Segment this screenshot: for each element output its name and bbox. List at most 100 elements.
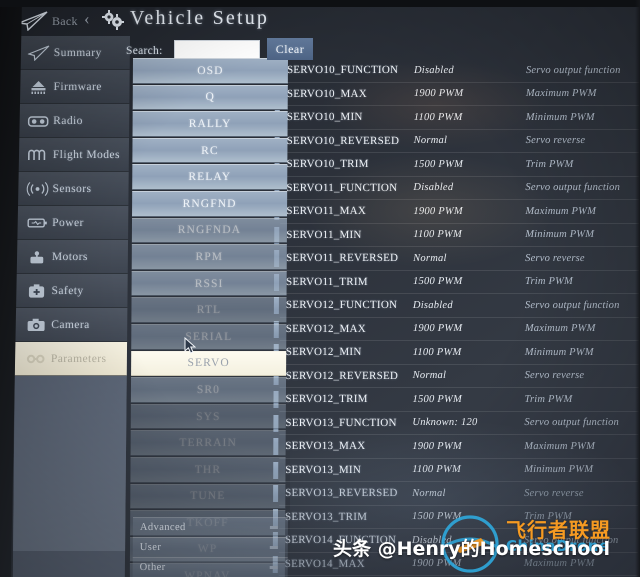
sidebar-item-summary[interactable]: Summary: [17, 36, 130, 70]
parameter-row[interactable]: SERVO12_MAX 1900 PWM Maximum PWM: [273, 317, 639, 341]
sidebar-item-label: Sensors: [52, 182, 92, 195]
parameter-name: SERVO10_MIN: [286, 111, 363, 124]
parameter-name: SERVO13_MIN: [285, 463, 362, 476]
group-list-item-label: SERVO: [187, 357, 230, 370]
parameter-value: Normal: [412, 370, 447, 382]
parameter-row[interactable]: SERVO11_TRIM 1500 PWM Trim PWM: [273, 270, 640, 294]
parameter-row[interactable]: SERVO12_TRIM 1500 PWM Trim PWM: [273, 388, 639, 412]
parameter-filter-dropdowns: Advanced User Other: [132, 517, 288, 577]
sidebar-item-label: Power: [52, 216, 84, 229]
sidebar-item-radio[interactable]: Radio: [17, 104, 130, 138]
sidebar-item-camera[interactable]: Camera: [15, 308, 128, 342]
group-list-item[interactable]: SERVO: [131, 350, 287, 377]
sidebar-item-parameters[interactable]: Parameters: [14, 342, 128, 376]
group-list-item[interactable]: SYS: [130, 403, 286, 430]
parameter-row[interactable]: SERVO10_REVERSED Normal Servo reverse: [274, 129, 640, 153]
sidebar-item-flight-modes[interactable]: Flight Modes: [16, 138, 130, 172]
parameter-value: 1500 PWM: [413, 158, 464, 170]
parameter-row[interactable]: SERVO13_MIN 1100 PWM Minimum PWM: [273, 458, 639, 482]
sidebar-item-sensors[interactable]: Sensors: [16, 172, 129, 206]
sidebar-item-label: Radio: [53, 114, 83, 127]
parameter-value: Disabled: [411, 534, 452, 546]
sidebar-item-firmware[interactable]: Firmware: [17, 70, 130, 104]
parameter-row[interactable]: SERVO12_REVERSED Normal Servo reverse: [273, 364, 639, 388]
group-list-item-label: SR0: [196, 383, 221, 396]
screen-root: Back ‹ Vehicle Setup Summary Firmware Radi…: [0, 0, 640, 577]
app-header: Back ‹ Vehicle Setup: [0, 6, 640, 36]
sidebar-item-label: Flight Modes: [52, 148, 120, 161]
paper-plane-icon: [24, 43, 54, 63]
group-list-item[interactable]: Q: [132, 84, 288, 111]
gears-icon: [101, 9, 125, 31]
sidebar-item-safety[interactable]: Safety: [15, 274, 128, 308]
parameter-row[interactable]: SERVO13_FUNCTION Unknown: 120 Servo output…: [273, 411, 639, 435]
parameter-row[interactable]: SERVO12_FUNCTION Disabled Servo output fun…: [273, 294, 639, 318]
sidebar-item-label: Firmware: [53, 80, 102, 93]
parameter-row[interactable]: SERVO13_TRIM 1500 PWM Trim PWM: [272, 505, 639, 529]
parameter-row[interactable]: SERVO11_REVERSED Normal Servo reverse: [274, 247, 640, 271]
parameter-name: SERVO10_REVERSED: [286, 134, 400, 147]
filter-dropdown-other[interactable]: Other: [132, 557, 288, 577]
sidebar-item-motors[interactable]: Motors: [15, 240, 129, 274]
parameter-table[interactable]: SERVO10_FUNCTION Disabled Servo output fun…: [272, 59, 640, 577]
parameter-row[interactable]: SERVO13_MAX 1900 PWM Maximum PWM: [273, 435, 639, 459]
group-list-item-label: Q: [205, 91, 215, 104]
parameter-value: 1100 PWM: [412, 464, 461, 476]
parameter-description: Maximum PWM: [525, 205, 597, 217]
parameter-value: 1900 PWM: [413, 88, 464, 100]
parameter-value: Normal: [413, 135, 448, 147]
parameter-name: SERVO13_MAX: [285, 440, 366, 453]
group-list-item[interactable]: RSSI: [131, 270, 287, 297]
group-list-item[interactable]: RELAY: [132, 164, 288, 190]
group-list-item[interactable]: RC: [132, 137, 288, 164]
group-list-item[interactable]: THR: [130, 456, 286, 483]
parameter-row[interactable]: SERVO10_MAX 1900 PWM Maximum PWM: [274, 82, 640, 106]
group-list-item[interactable]: SR0: [130, 377, 287, 403]
parameter-description: Servo output function: [524, 417, 620, 429]
group-list-item[interactable]: RALLY: [132, 111, 288, 137]
chevron-left-icon[interactable]: ‹: [84, 9, 90, 29]
group-list-item-label: RC: [201, 144, 219, 157]
group-list-item[interactable]: RTL: [131, 297, 287, 323]
sidebar: Summary Firmware Radio Flight Modes Sensors P…: [12, 36, 131, 577]
parameter-row[interactable]: SERVO12_MIN 1100 PWM Minimum PWM: [273, 341, 639, 365]
clear-button[interactable]: Clear: [267, 38, 313, 60]
group-list-item-label: RTL: [196, 304, 222, 317]
parameter-group-list[interactable]: OSD Q RALLY RC RELAY RNGFND RNGFNDA RPM RSSI RTL S…: [129, 58, 288, 577]
parameter-description: Servo output function: [523, 534, 619, 546]
parameter-value: Unknown: 120: [412, 417, 478, 429]
group-list-item[interactable]: RNGFND: [132, 190, 288, 217]
search-input[interactable]: [174, 40, 260, 59]
filter-dropdown-advanced[interactable]: Advanced: [132, 517, 288, 537]
parameter-row[interactable]: SERVO10_FUNCTION Disabled Servo output fun…: [274, 59, 640, 83]
parameter-description: Servo output function: [525, 64, 621, 76]
group-list-item[interactable]: RPM: [131, 244, 287, 270]
group-list-item[interactable]: SERIAL: [131, 323, 287, 350]
group-list-item[interactable]: TUNE: [130, 483, 286, 510]
parameter-value: 1100 PWM: [413, 229, 463, 241]
group-list-item[interactable]: RNGFNDA: [131, 217, 288, 244]
parameter-row[interactable]: SERVO11_MIN 1100 PWM Minimum PWM: [274, 223, 640, 247]
parameter-value: 1500 PWM: [412, 393, 463, 405]
group-list-item[interactable]: TERRAIN: [130, 430, 286, 456]
parameter-row[interactable]: SERVO14_FUNCTION Disabled Servo output fun…: [272, 529, 638, 553]
firmware-chip-icon: [23, 77, 53, 97]
parameter-row[interactable]: SERVO10_TRIM 1500 PWM Trim PWM: [274, 153, 640, 177]
back-button[interactable]: Back: [52, 14, 78, 29]
group-list-item-label: THR: [194, 463, 222, 476]
sidebar-item-power[interactable]: Power: [16, 206, 129, 240]
filter-dropdown-user[interactable]: User: [132, 537, 288, 557]
parameter-description: Trim PWM: [525, 158, 574, 170]
parameter-row[interactable]: SERVO13_REVERSED Normal Servo reverse: [273, 482, 639, 506]
chevron-down-icon: [269, 526, 278, 529]
sensors-icon: [22, 179, 52, 199]
parameter-value: 1500 PWM: [411, 511, 462, 523]
parameter-row[interactable]: SERVO11_FUNCTION Disabled Servo output fun…: [274, 176, 640, 200]
sidebar-item-label: Motors: [51, 250, 88, 263]
parameter-row[interactable]: SERVO11_MAX 1900 PWM Maximum PWM: [274, 200, 640, 224]
parameter-row[interactable]: SERVO10_MIN 1100 PWM Minimum PWM: [274, 106, 640, 130]
parameter-row[interactable]: SERVO14_MAX 1900 PWM Maximum PWM: [272, 552, 638, 576]
parameter-name: SERVO14_FUNCTION: [284, 534, 397, 547]
sidebar-item-label: Safety: [51, 284, 84, 297]
photo-bezel-right: [635, 0, 640, 577]
